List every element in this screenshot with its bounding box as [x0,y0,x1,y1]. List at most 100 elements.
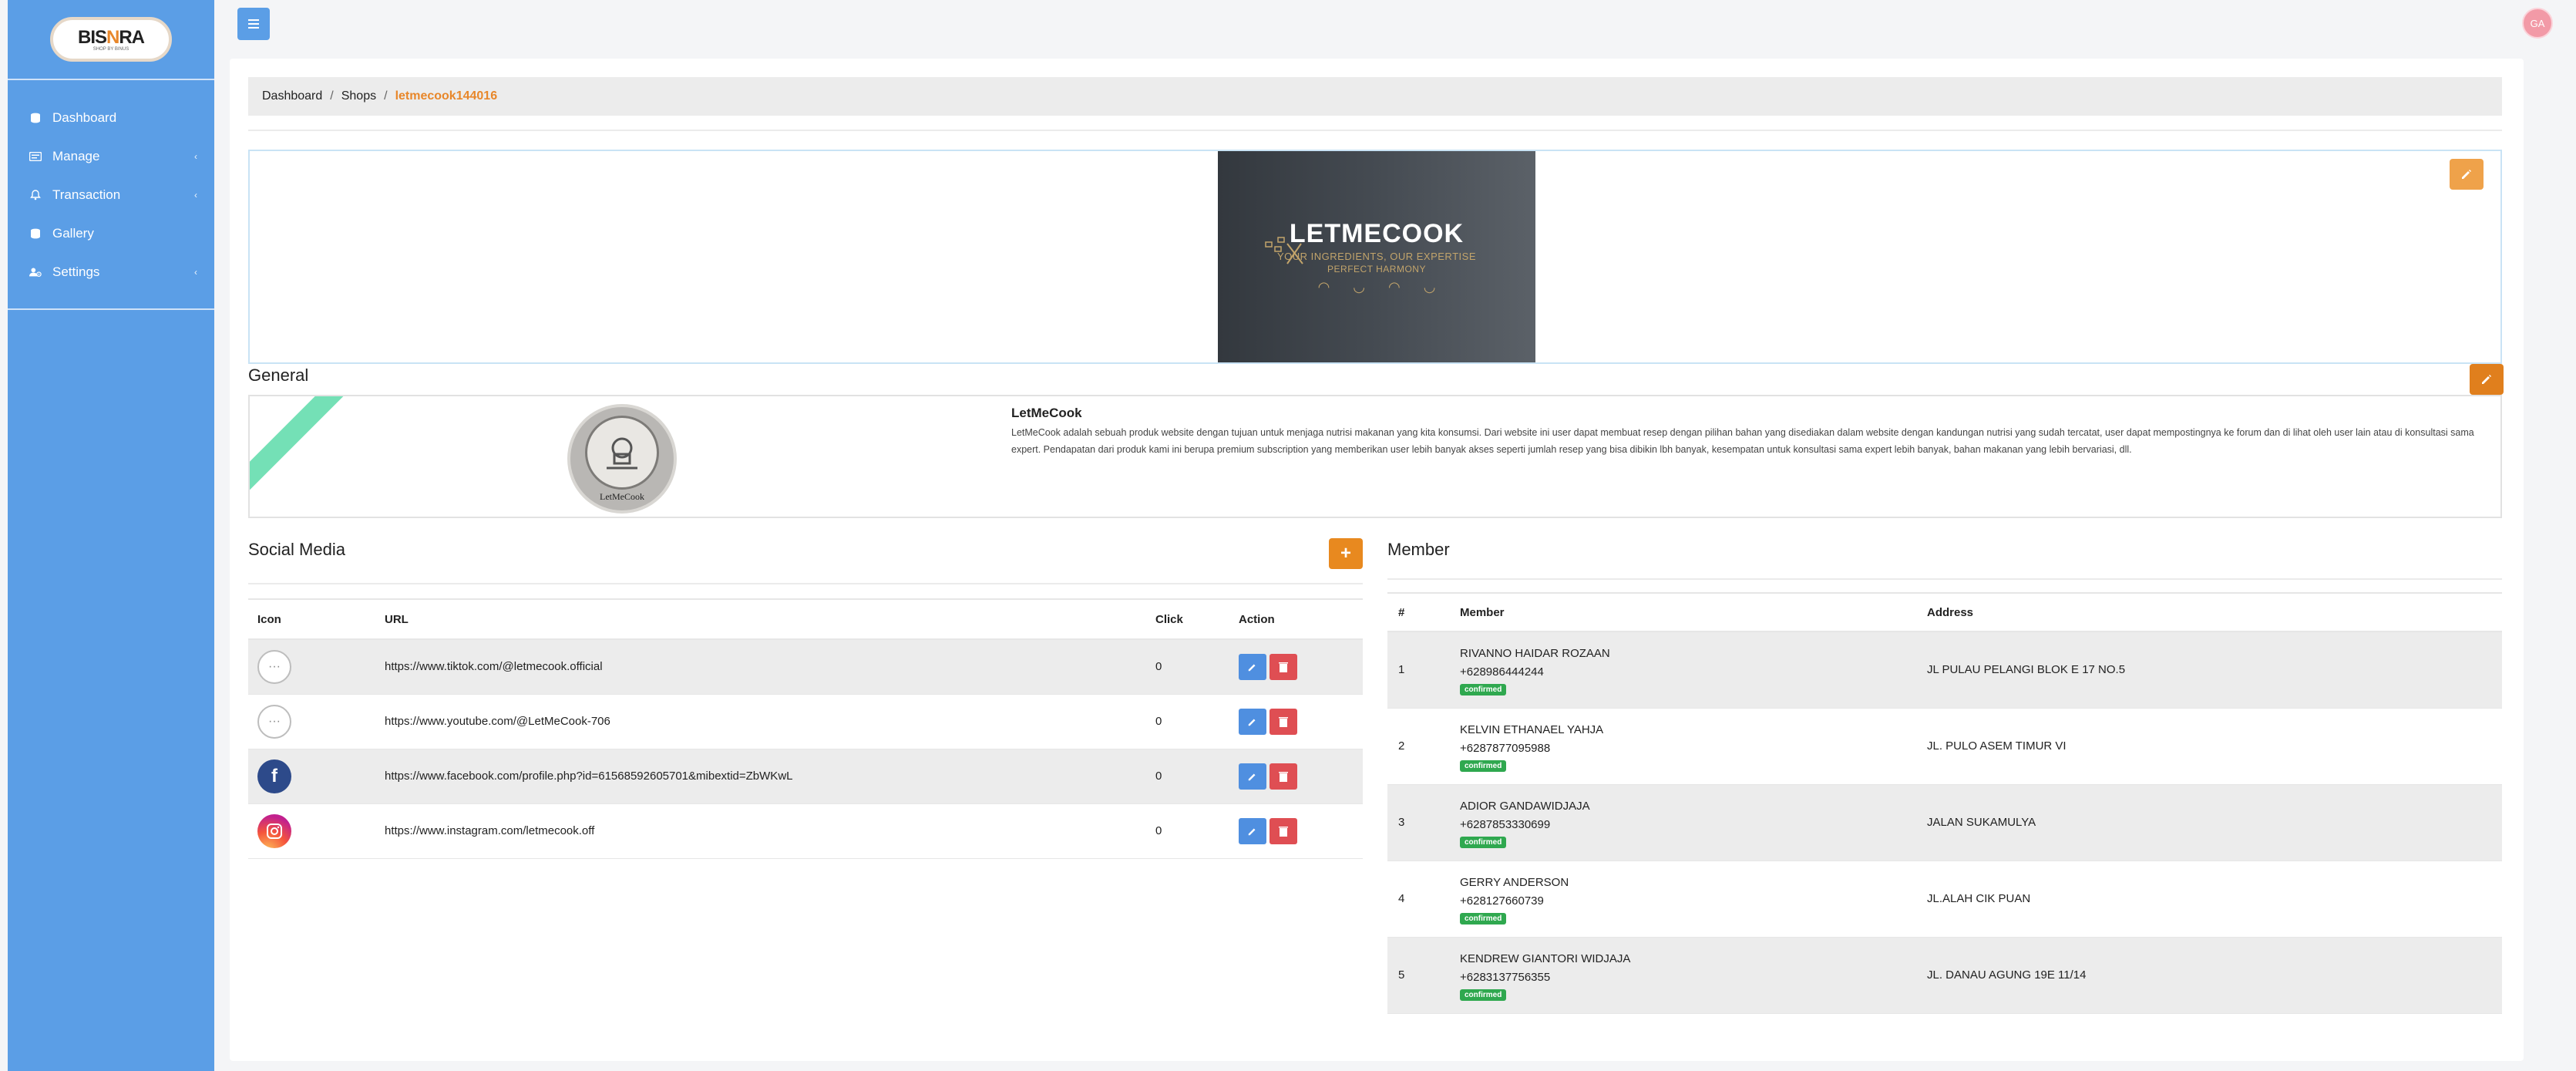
table-row: 1 RIVANNO HAIDAR ROZAAN +628986444244 co… [1387,631,2502,709]
member-address: JALAN SUKAMULYA [1916,784,2502,861]
member-name: GERRY ANDERSON [1460,875,1569,889]
pencil-icon [1248,828,1256,835]
delete-button[interactable] [1270,653,1297,680]
member-table: # Member Address 1 RIVANNO HAIDAR ROZAAN… [1387,592,2502,1014]
pencil-icon [2462,170,2471,179]
click-count: 0 [1146,803,1229,859]
table-row: ··· https://www.tiktok.com/@letmecook.of… [248,639,1363,695]
member-address: JL PULAU PELANGI BLOK E 17 NO.5 [1916,631,2502,709]
member-info: GERRY ANDERSON +628127660739 confirmed [1449,861,1916,938]
column-header-address: Address [1916,592,2502,632]
food-icons: ◠◡◠◡ [1317,278,1459,295]
sidebar-item-dashboard[interactable]: Dashboard [8,99,214,137]
breadcrumb-dashboard[interactable]: Dashboard [262,89,322,103]
edit-button[interactable] [1239,817,1266,844]
sidebar-item-label: Gallery [52,226,94,241]
divider [1387,578,2502,580]
social-media-table: Icon URL Click Action ··· https://www.ti… [248,598,1363,859]
shop-logo: LetMeCook [567,404,677,514]
breadcrumb-separator: / [330,89,334,103]
trash-icon [1279,771,1288,782]
member-phone: +628986444244 [1460,665,1544,679]
banner-subtitle-2: PERFECT HARMONY [1327,263,1426,274]
column-header-icon: Icon [248,598,375,640]
divider [248,583,1363,584]
sidebar: BISNRA SHOP BY BINUS Dashboard Manage ‹ … [8,0,214,1071]
member-name: KELVIN ETHANAEL YAHJA [1460,722,1604,736]
avatar[interactable]: GA [2522,8,2553,39]
edit-banner-button[interactable] [2450,159,2484,190]
sidebar-item-manage[interactable]: Manage ‹ [8,137,214,176]
member-info: KENDREW GIANTORI WIDJAJA +6283137756355 … [1449,937,1916,1014]
member-number: 3 [1387,784,1449,861]
chevron-icon: ‹ [194,267,197,278]
shop-banner-image: LETMECOOK YOUR INGREDIENTS, OUR EXPERTIS… [1218,151,1535,362]
breadcrumb: Dashboard / Shops / letmecook144016 [248,77,2502,116]
breadcrumb-separator: / [384,89,388,103]
hamburger-icon[interactable] [237,8,270,40]
edit-button[interactable] [1239,708,1266,735]
click-count: 0 [1146,749,1229,804]
delete-button[interactable] [1270,763,1297,790]
column-header-action: Action [1229,598,1363,640]
table-row: 2 KELVIN ETHANAEL YAHJA +6287877095988 c… [1387,708,2502,785]
status-badge: confirmed [1460,912,1507,924]
gallery-icon [29,227,42,240]
breadcrumb-current: letmecook144016 [395,89,498,103]
member-info: ADIOR GANDAWIDJAJA +6287853330699 confir… [1449,784,1916,861]
member-address: JL. PULO ASEM TIMUR VI [1916,708,2502,785]
social-url: https://www.tiktok.com/@letmecook.offici… [375,639,1146,695]
shop-logo-label: LetMeCook [600,490,644,502]
transaction-icon [29,189,42,201]
delete-button[interactable] [1270,708,1297,735]
breadcrumb-shops[interactable]: Shops [341,89,376,103]
brand-logo[interactable]: BISNRA SHOP BY BINUS [50,17,172,62]
add-social-media-button[interactable]: + [1329,538,1363,569]
topbar: GA [214,6,2576,49]
sidebar-item-transaction[interactable]: Transaction ‹ [8,176,214,214]
more-icon: ··· [257,704,291,739]
pencil-icon [1248,773,1256,780]
manage-icon [29,150,42,163]
click-count: 0 [1146,694,1229,749]
sidebar-item-label: Dashboard [52,110,117,125]
brand-tagline: SHOP BY BINUS [92,47,129,52]
logo-area: BISNRA SHOP BY BINUS [8,0,214,80]
social-url: https://www.instagram.com/letmecook.off [375,803,1146,859]
shop-name: LetMeCook [1011,406,1082,420]
member-address: JL.ALAH CIK PUAN [1916,861,2502,938]
trash-icon [1279,716,1288,727]
banner-title: LETMECOOK [1289,218,1465,248]
sidebar-item-gallery[interactable]: Gallery [8,214,214,253]
delete-button[interactable] [1270,817,1297,844]
column-header-member: Member [1449,592,1916,632]
banner-container: LETMECOOK YOUR INGREDIENTS, OUR EXPERTIS… [248,150,2502,364]
column-header-url: URL [375,598,1146,640]
click-count: 0 [1146,639,1229,695]
table-row: 4 GERRY ANDERSON +628127660739 confirmed… [1387,861,2502,938]
status-badge: confirmed [1460,988,1507,1001]
status-badge: confirmed [1460,683,1507,695]
table-row: 5 KENDREW GIANTORI WIDJAJA +628313775635… [1387,937,2502,1014]
member-name: RIVANNO HAIDAR ROZAAN [1460,646,1610,660]
member-number: 5 [1387,937,1449,1014]
ribbon [250,396,355,504]
trash-icon [1279,826,1288,837]
member-phone: +628127660739 [1460,894,1544,908]
table-row: 3 ADIOR GANDAWIDJAJA +6287853330699 conf… [1387,784,2502,861]
table-row: ··· https://www.youtube.com/@LetMeCook-7… [248,694,1363,749]
member-info: RIVANNO HAIDAR ROZAAN +628986444244 conf… [1449,631,1916,709]
edit-general-button[interactable] [2470,364,2504,395]
social-url: https://www.facebook.com/profile.php?id=… [375,749,1146,804]
sidebar-menu: Dashboard Manage ‹ Transaction ‹ Gallery [8,80,214,310]
member-number: 2 [1387,708,1449,785]
general-info-card: LetMeCook LetMeCook LetMeCook adalah seb… [248,395,2502,518]
edit-button[interactable] [1239,763,1266,790]
sidebar-item-settings[interactable]: Settings ‹ [8,253,214,291]
edit-button[interactable] [1239,653,1266,680]
column-header-click: Click [1146,598,1229,640]
settings-icon [29,266,42,278]
shop-description: LetMeCook adalah sebuah produk website d… [1011,427,2474,455]
chef-hat-icon [585,415,659,490]
member-phone: +6287853330699 [1460,817,1551,831]
